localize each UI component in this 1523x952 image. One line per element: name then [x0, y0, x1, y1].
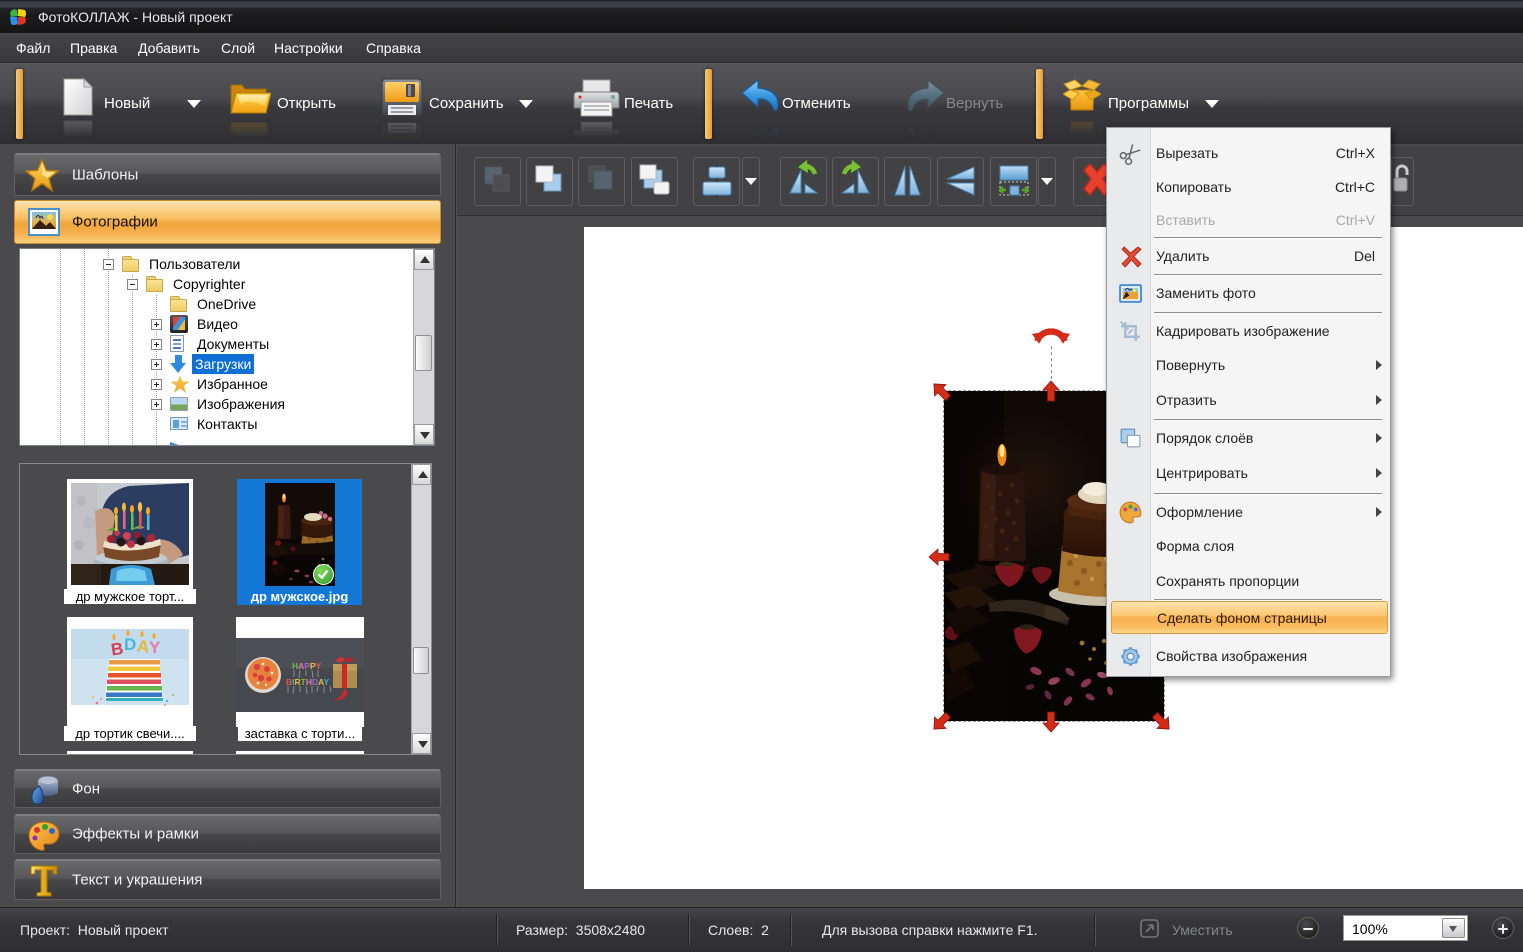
svg-text:BIRTHDAY: BIRTHDAY	[286, 677, 330, 687]
svg-text:Y: Y	[149, 638, 161, 657]
svg-text:B: B	[110, 639, 125, 660]
svg-text:HAPPY: HAPPY	[292, 661, 322, 671]
svg-text:D: D	[124, 635, 136, 654]
